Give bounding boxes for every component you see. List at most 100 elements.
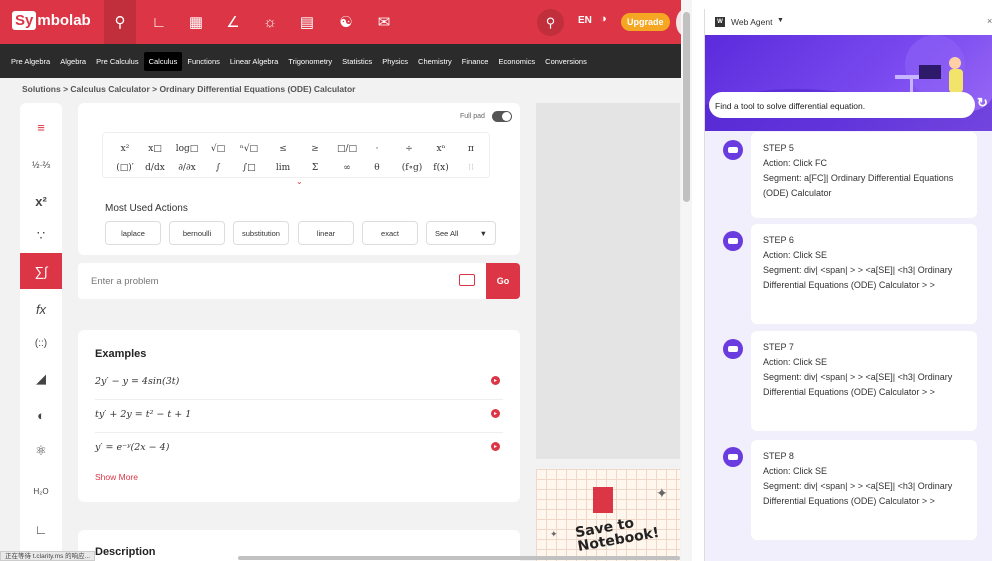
chat-icon[interactable]: ✉	[368, 0, 400, 44]
symbolab-logo[interactable]: Sy mbolab	[12, 11, 91, 30]
key[interactable]: d/dx	[143, 160, 167, 176]
example-text[interactable]: y′ = e⁻ʸ(2x − 4)	[95, 442, 169, 453]
function-plot-icon[interactable]: ∵	[20, 218, 62, 254]
example-row[interactable]: 2y′ − y = 4sin(3t) ▸	[95, 370, 503, 400]
key[interactable]: ⁿ√□	[237, 141, 261, 157]
arrow-right-icon[interactable]: ▸	[491, 376, 500, 385]
save-to-notebook-ad[interactable]: ✦ ✦ Save to Notebook!	[536, 469, 680, 561]
subnav-economics[interactable]: Economics	[493, 52, 540, 71]
task-input[interactable]: Find a tool to solve differential equati…	[709, 92, 975, 118]
key[interactable]: ∞	[335, 160, 359, 176]
arrow-right-icon[interactable]: ▸	[491, 409, 500, 418]
full-pad-toggle[interactable]	[492, 111, 512, 122]
function-icon[interactable]: fx	[20, 291, 62, 327]
key[interactable]: □/□	[335, 141, 359, 157]
key[interactable]: ∫	[206, 160, 230, 176]
key[interactable]: x□	[143, 141, 167, 157]
subnav-algebra[interactable]: Algebra	[55, 52, 91, 71]
key[interactable]: xⁿ	[429, 141, 453, 157]
key[interactable]: log□	[175, 141, 199, 157]
tool-sidebar: ≡ ½·⅔ x² ∵ ∑∫ fx (::) ◢ ◐ ⚛ H₂O ∟	[20, 103, 62, 561]
go-button[interactable]: Go	[486, 263, 520, 299]
menu-icon[interactable]: ≡	[20, 109, 62, 145]
subnav-pre-calculus[interactable]: Pre Calculus	[91, 52, 144, 71]
see-all-dropdown[interactable]: See All ▼	[426, 221, 496, 245]
key[interactable]: θ	[365, 160, 389, 176]
subnav-statistics[interactable]: Statistics	[337, 52, 377, 71]
key[interactable]: ≥	[303, 141, 327, 157]
key[interactable]: ∫□	[237, 160, 261, 176]
key[interactable]: ∂/∂x	[175, 160, 199, 176]
users-icon[interactable]: ☯	[330, 0, 362, 44]
keyboard-icon[interactable]	[459, 274, 475, 286]
trigonometry-icon[interactable]: ◢	[20, 361, 62, 397]
action-linear-button[interactable]: linear	[298, 221, 354, 245]
refresh-icon[interactable]: ↻	[977, 95, 988, 111]
chevron-down-icon[interactable]: ⌄	[296, 177, 303, 186]
bookmark-icon	[593, 487, 613, 513]
key[interactable]: (□)′	[113, 160, 137, 176]
show-more-link[interactable]: Show More	[95, 472, 138, 482]
chart-icon[interactable]: ∟	[143, 0, 175, 44]
example-text[interactable]: 2y′ − y = 4sin(3t)	[95, 376, 179, 387]
subnav-pre-algebra[interactable]: Pre Algebra	[6, 52, 55, 71]
subnav-linear-algebra[interactable]: Linear Algebra	[225, 52, 283, 71]
key[interactable]: ÷	[397, 141, 421, 157]
physics-atom-icon[interactable]: ⚛	[20, 433, 62, 469]
subnav-physics[interactable]: Physics	[377, 52, 413, 71]
global-search-icon[interactable]: ⚲	[537, 9, 564, 36]
key[interactable]: x²	[113, 141, 137, 157]
key[interactable]: Σ	[303, 160, 327, 176]
step-action: Action: Click FC	[763, 158, 828, 168]
lightbulb-icon[interactable]: ☼	[254, 0, 286, 44]
key[interactable]: ≤	[271, 141, 295, 157]
action-laplace-button[interactable]: laplace	[105, 221, 161, 245]
subnav-finance[interactable]: Finance	[457, 52, 494, 71]
subnav-conversions[interactable]: Conversions	[540, 52, 592, 71]
example-text[interactable]: ty′ + 2y = t² − t + 1	[95, 409, 191, 420]
problem-input[interactable]: Enter a problem	[91, 276, 159, 287]
power-icon[interactable]: x²	[20, 183, 62, 219]
breadcrumb[interactable]: Solutions > Calculus Calculator > Ordina…	[22, 84, 355, 94]
theme-toggle-icon[interactable]: ◑	[600, 13, 607, 25]
key[interactable]: (f∘g)	[397, 160, 427, 176]
subnav-calculus[interactable]: Calculus	[143, 51, 183, 71]
calculator-icon[interactable]: ▦	[180, 0, 212, 44]
fractions-icon[interactable]: ½·⅔	[20, 147, 62, 183]
subnav-chemistry[interactable]: Chemistry	[413, 52, 457, 71]
arrow-right-icon[interactable]: ▸	[491, 442, 500, 451]
language-selector[interactable]: EN	[578, 15, 592, 26]
key[interactable]: f(x)	[429, 160, 453, 176]
caret-down-icon: ▼	[479, 228, 487, 238]
key[interactable]: ·	[365, 141, 389, 157]
action-exact-button[interactable]: exact	[362, 221, 418, 245]
panel-title[interactable]: Web Agent	[731, 17, 772, 27]
step-segment: Segment: div| <span| > > <a[SE]| <h3| Or…	[763, 481, 953, 506]
task-text[interactable]: Find a tool to solve differential equati…	[715, 101, 865, 111]
key[interactable]: π	[459, 141, 483, 157]
notebook-icon[interactable]: ▤	[291, 0, 323, 44]
example-row[interactable]: ty′ + 2y = t² − t + 1 ▸	[95, 403, 503, 433]
example-row[interactable]: y′ = e⁻ʸ(2x − 4) ▸	[95, 436, 503, 466]
search-icon[interactable]: ⚲	[104, 0, 136, 44]
key[interactable]: ⁝⁝	[459, 160, 483, 176]
finance-chart-icon[interactable]: ∟	[20, 511, 62, 547]
subnav-functions[interactable]: Functions	[182, 52, 225, 71]
caret-down-icon[interactable]: ▼	[777, 17, 784, 24]
key[interactable]: √□	[206, 141, 230, 157]
geometry-icon[interactable]: ∠	[217, 0, 249, 44]
subnav-trigonometry[interactable]: Trigonometry	[283, 52, 337, 71]
calculus-icon[interactable]: ∑∫	[20, 253, 62, 289]
play-icon[interactable]: ▶	[961, 95, 972, 112]
close-icon[interactable]: ×	[987, 16, 992, 26]
scrollbar-thumb[interactable]	[683, 12, 690, 202]
step-segment: Segment: div| <span| > > <a[SE]| <h3| Or…	[763, 265, 953, 290]
key[interactable]: lim	[271, 160, 295, 176]
action-bernoulli-button[interactable]: bernoulli	[169, 221, 225, 245]
statistics-pie-icon[interactable]: ◐	[20, 397, 62, 433]
horizontal-scrollbar[interactable]	[238, 556, 680, 560]
upgrade-button[interactable]: Upgrade	[621, 13, 670, 31]
action-substitution-button[interactable]: substitution	[233, 221, 289, 245]
chemistry-icon[interactable]: H₂O	[20, 473, 62, 509]
matrix-icon[interactable]: (::)	[20, 325, 62, 361]
